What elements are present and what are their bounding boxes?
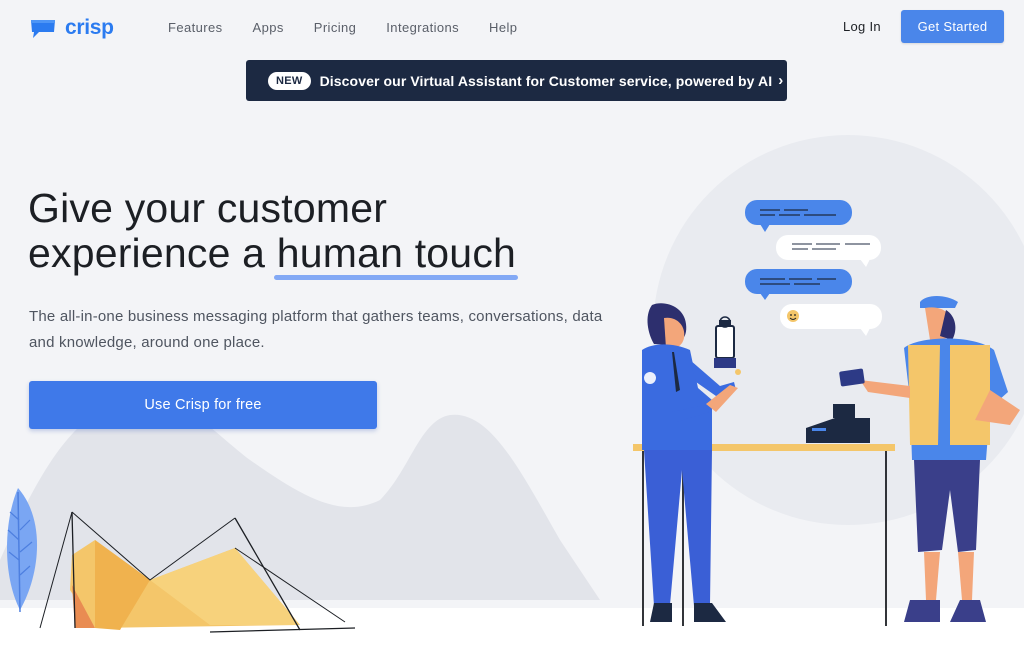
hero-title-line1: Give your customer [28,185,388,231]
hero-title-line2-prefix: experience a [28,230,277,276]
use-crisp-free-button[interactable]: Use Crisp for free [29,381,377,429]
hero-title-highlight: human touch [273,230,519,280]
smile-icon [787,310,799,322]
hero-subtitle: The all-in-one business messaging platfo… [29,308,603,351]
hero-title: Give your customer experience a human to… [28,185,628,280]
